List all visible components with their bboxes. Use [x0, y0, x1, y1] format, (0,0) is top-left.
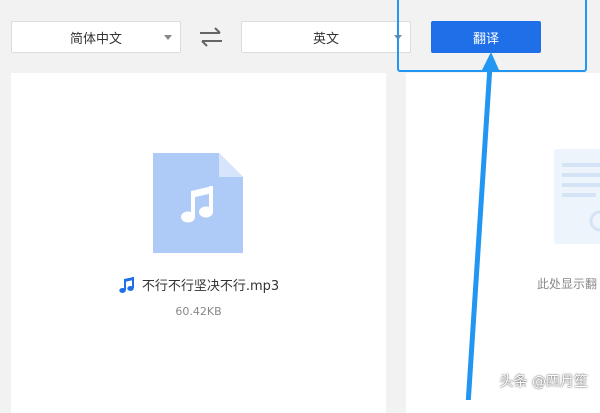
chevron-down-icon — [164, 35, 172, 40]
source-file-panel: 不行不行坚决不行.mp3 60.42KB — [11, 73, 386, 413]
file-name-row: 不行不行坚决不行.mp3 — [11, 275, 386, 294]
target-language-select[interactable]: 英文 — [241, 21, 411, 53]
translation-result-panel: 此处显示翻 — [406, 73, 600, 413]
file-name: 不行不行坚决不行.mp3 — [141, 279, 280, 294]
file-size: 60.42KB — [175, 305, 222, 318]
source-language-label: 简体中文 — [69, 31, 122, 47]
music-file-icon — [153, 153, 243, 253]
chevron-down-icon — [394, 35, 402, 40]
translate-button[interactable]: 翻译 — [431, 21, 541, 53]
target-language-label: 英文 — [312, 31, 339, 47]
document-placeholder-icon — [554, 149, 600, 244]
watermark: 头条 @四月笙 — [499, 374, 588, 390]
swap-languages-icon[interactable] — [198, 27, 224, 47]
source-language-select[interactable]: 简体中文 — [11, 21, 181, 53]
music-note-icon — [119, 276, 134, 293]
result-placeholder-text: 此处显示翻 — [537, 277, 598, 291]
